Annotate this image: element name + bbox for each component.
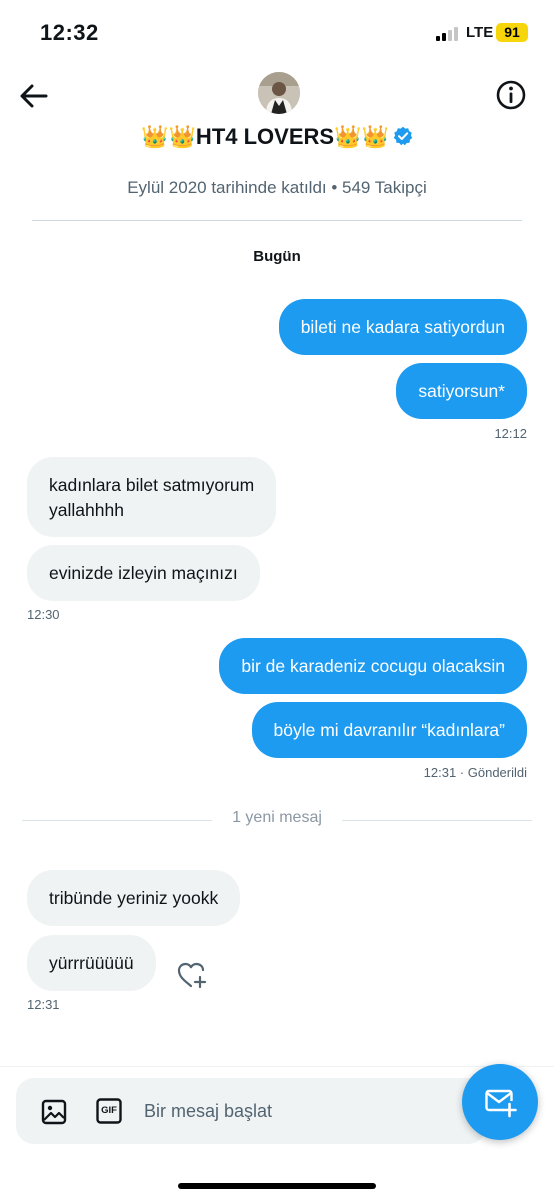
message-timestamp: 12:31 [27, 997, 60, 1012]
message-text-line2: yallahhhh [49, 500, 124, 520]
new-message-button[interactable] [462, 1064, 538, 1140]
avatar[interactable] [258, 72, 300, 114]
sent-message-bubble[interactable]: satiyorsun* [396, 363, 527, 419]
conversation-header: 👑👑HT4 LOVERS👑👑 Eylül 2020 tarihinde katı… [0, 64, 554, 224]
image-icon[interactable] [40, 1098, 68, 1126]
new-message-icon [485, 1089, 517, 1118]
message-text: evinizde izleyin maçınızı [49, 563, 238, 583]
network-type: LTE [466, 24, 494, 41]
gif-label: GIF [101, 1105, 117, 1116]
sent-message-bubble[interactable]: böyle mi davranılır “kadınlara” [251, 702, 527, 758]
message-input[interactable] [144, 1092, 464, 1130]
message-text: satiyorsun* [418, 381, 505, 401]
status-bar: 12:32 LTE 91 [0, 0, 554, 64]
divider-line-right [342, 820, 532, 821]
verified-badge-icon [393, 126, 413, 146]
message-text: kadınlara bilet satmıyorum [49, 475, 255, 495]
received-message-bubble[interactable]: yürrrüüüüü [27, 935, 156, 991]
composer-border [0, 1066, 554, 1067]
message-text: bir de karadeniz cocugu olacaksin [241, 656, 505, 676]
back-arrow-icon[interactable] [16, 80, 52, 112]
gif-icon[interactable]: GIF [96, 1098, 122, 1124]
join-date-followers: Eylül 2020 tarihinde katıldı • 549 Takip… [127, 178, 427, 197]
home-indicator [178, 1183, 376, 1189]
message-timestamp: 12:30 [27, 607, 60, 622]
conversation-title[interactable]: 👑👑HT4 LOVERS👑👑 [0, 124, 554, 150]
message-timestamp-status: 12:31 · Gönderildi [423, 765, 527, 780]
received-message-bubble[interactable]: tribünde yeriniz yookk [27, 870, 241, 926]
message-text: böyle mi davranılır “kadınlara” [273, 720, 505, 740]
message-composer: GIF [16, 1078, 486, 1144]
received-message-bubble[interactable]: evinizde izleyin maçınızı [27, 545, 260, 601]
battery-indicator: 91 [496, 23, 528, 42]
info-icon[interactable] [494, 78, 528, 112]
status-time: 12:32 [40, 20, 99, 45]
received-message-bubble[interactable]: kadınlara bilet satmıyorum yallahhhh [27, 457, 277, 537]
message-text: bileti ne kadara satiyordun [300, 317, 505, 337]
sent-message-bubble[interactable]: bir de karadeniz cocugu olacaksin [219, 638, 527, 694]
header-divider [32, 220, 522, 221]
heart-plus-icon[interactable] [176, 960, 208, 990]
sent-message-bubble[interactable]: bileti ne kadara satiyordun [278, 299, 527, 355]
message-text: tribünde yeriniz yookk [49, 888, 219, 908]
message-text: yürrrüüüüü [49, 953, 134, 973]
message-timestamp: 12:12 [494, 426, 527, 441]
date-separator: Bugün [253, 248, 301, 265]
signal-strength-icon [436, 27, 460, 41]
display-name: 👑👑HT4 LOVERS👑👑 [141, 124, 389, 149]
new-messages-divider: 1 yeni mesaj [232, 809, 322, 826]
